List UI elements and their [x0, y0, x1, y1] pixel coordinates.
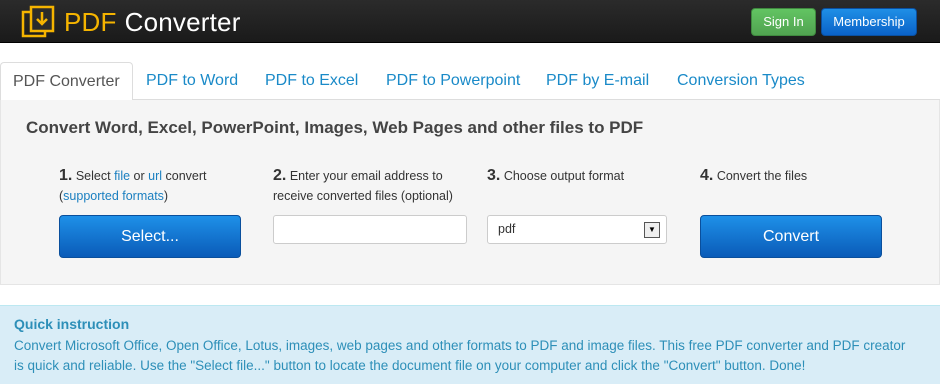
step-4-number: 4. — [700, 167, 714, 184]
step-2-number: 2. — [273, 167, 287, 184]
brand-pdf-text: PDF — [64, 6, 117, 37]
url-link[interactable]: url — [148, 169, 162, 183]
step-3-text: Choose output format — [503, 169, 625, 183]
top-navbar: PDF Converter Sign In Membership — [0, 0, 940, 43]
step-1-convert-text: convert — [165, 169, 207, 183]
step-2-line2: receive converted files (optional) — [273, 189, 453, 203]
converter-panel: Convert Word, Excel, PowerPoint, Images,… — [0, 100, 940, 285]
sign-in-button[interactable]: Sign In — [751, 8, 816, 36]
step-1-or-text: or — [133, 169, 145, 183]
step-4-instructions: 4. Convert the files — [700, 166, 807, 186]
file-link[interactable]: file — [114, 169, 130, 183]
output-format-value: pdf — [498, 222, 516, 236]
step-2-instructions: 2. Enter your email address to receive c… — [273, 166, 453, 206]
quick-instruction-title: Quick instruction — [14, 316, 130, 332]
tab-pdf-to-excel[interactable]: PDF to Excel — [265, 62, 358, 101]
step-4-text: Convert the files — [716, 169, 808, 183]
step-3-instructions: 3. Choose output format — [487, 166, 624, 186]
email-field[interactable] — [273, 215, 467, 244]
brand-converter-text: Converter — [124, 6, 241, 37]
brand-logo-link[interactable]: PDF Converter — [20, 4, 241, 40]
page-heading: Convert Word, Excel, PowerPoint, Images,… — [26, 118, 644, 137]
tab-pdf-to-powerpoint[interactable]: PDF to Powerpoint — [386, 62, 520, 101]
membership-button[interactable]: Membership — [821, 8, 917, 36]
step-1-select-text: Select — [75, 169, 111, 183]
tab-bar: PDF Converter PDF to Word PDF to Excel P… — [0, 62, 940, 101]
brand-title: PDF Converter — [64, 7, 241, 38]
quick-instruction-text: Convert Microsoft Office, Open Office, L… — [14, 338, 906, 373]
tab-pdf-to-word[interactable]: PDF to Word — [146, 62, 238, 101]
step-3-number: 3. — [487, 167, 501, 184]
supported-formats-link[interactable]: supported formats — [63, 189, 164, 203]
pdf-converter-logo-icon — [21, 5, 55, 38]
quick-instruction-box: Quick instruction Convert Microsoft Offi… — [0, 305, 940, 384]
tab-pdf-converter[interactable]: PDF Converter — [0, 62, 133, 101]
step-1-number: 1. — [59, 167, 73, 184]
step-2-line1: Enter your email address to — [289, 169, 443, 183]
paren-close: ) — [163, 189, 169, 203]
convert-button[interactable]: Convert — [700, 215, 882, 258]
tab-pdf-by-email[interactable]: PDF by E-mail — [546, 62, 649, 101]
select-file-button[interactable]: Select... — [59, 215, 241, 258]
output-format-select[interactable]: pdf ▼ — [487, 215, 667, 244]
chevron-down-icon[interactable]: ▼ — [644, 222, 660, 238]
tab-conversion-types[interactable]: Conversion Types — [677, 62, 805, 101]
step-1-instructions: 1. Select file or url convert (supported… — [59, 166, 207, 206]
